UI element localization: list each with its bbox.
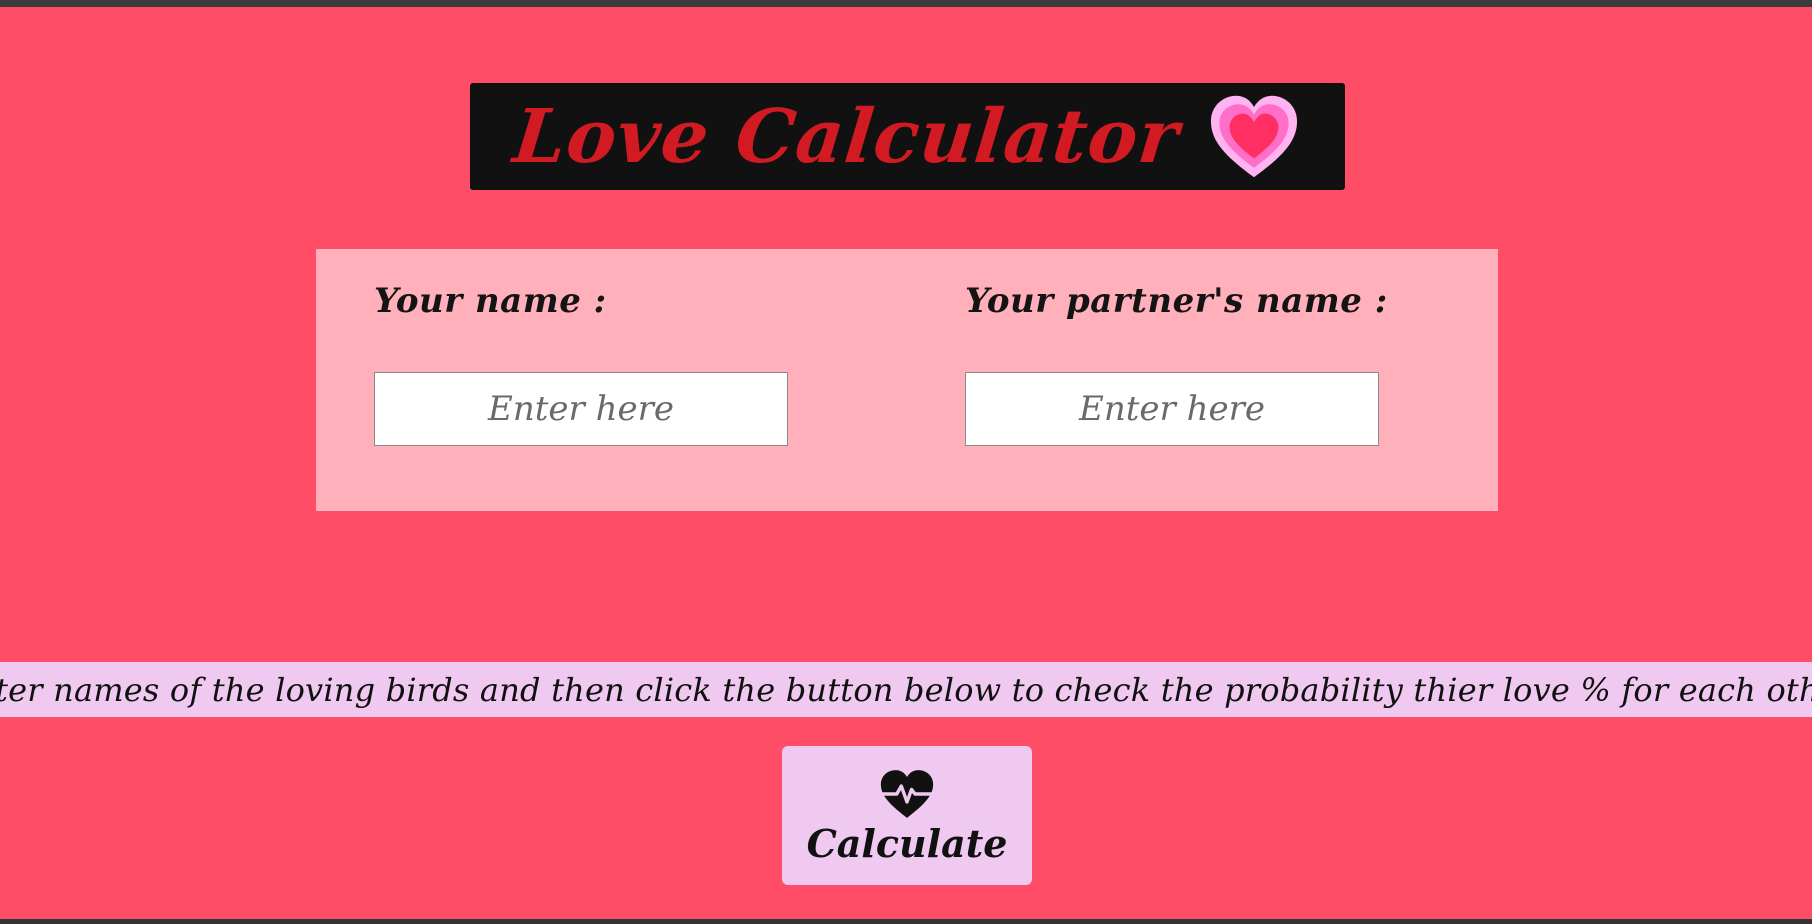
your-name-label: Your name : [374, 281, 607, 321]
window-top-edge [0, 0, 1812, 7]
calculate-button-label: Calculate [806, 820, 1008, 866]
your-name-input[interactable] [374, 372, 788, 446]
pink-heart-icon [1210, 95, 1297, 177]
page-title: Love Calculator [509, 93, 1184, 180]
window-bottom-edge [0, 919, 1812, 924]
instructions-band: Enter names of the loving birds and then… [0, 662, 1812, 717]
partner-name-label: Your partner's name : [965, 281, 1388, 321]
title-banner: Love Calculator [470, 83, 1345, 190]
names-form: Your name : Your partner's name : [316, 249, 1498, 511]
calculate-button[interactable]: Calculate [782, 746, 1032, 885]
partner-name-input[interactable] [965, 372, 1379, 446]
heart-pulse-icon [880, 769, 934, 818]
instructions-text: Enter names of the loving birds and then… [0, 670, 1812, 709]
